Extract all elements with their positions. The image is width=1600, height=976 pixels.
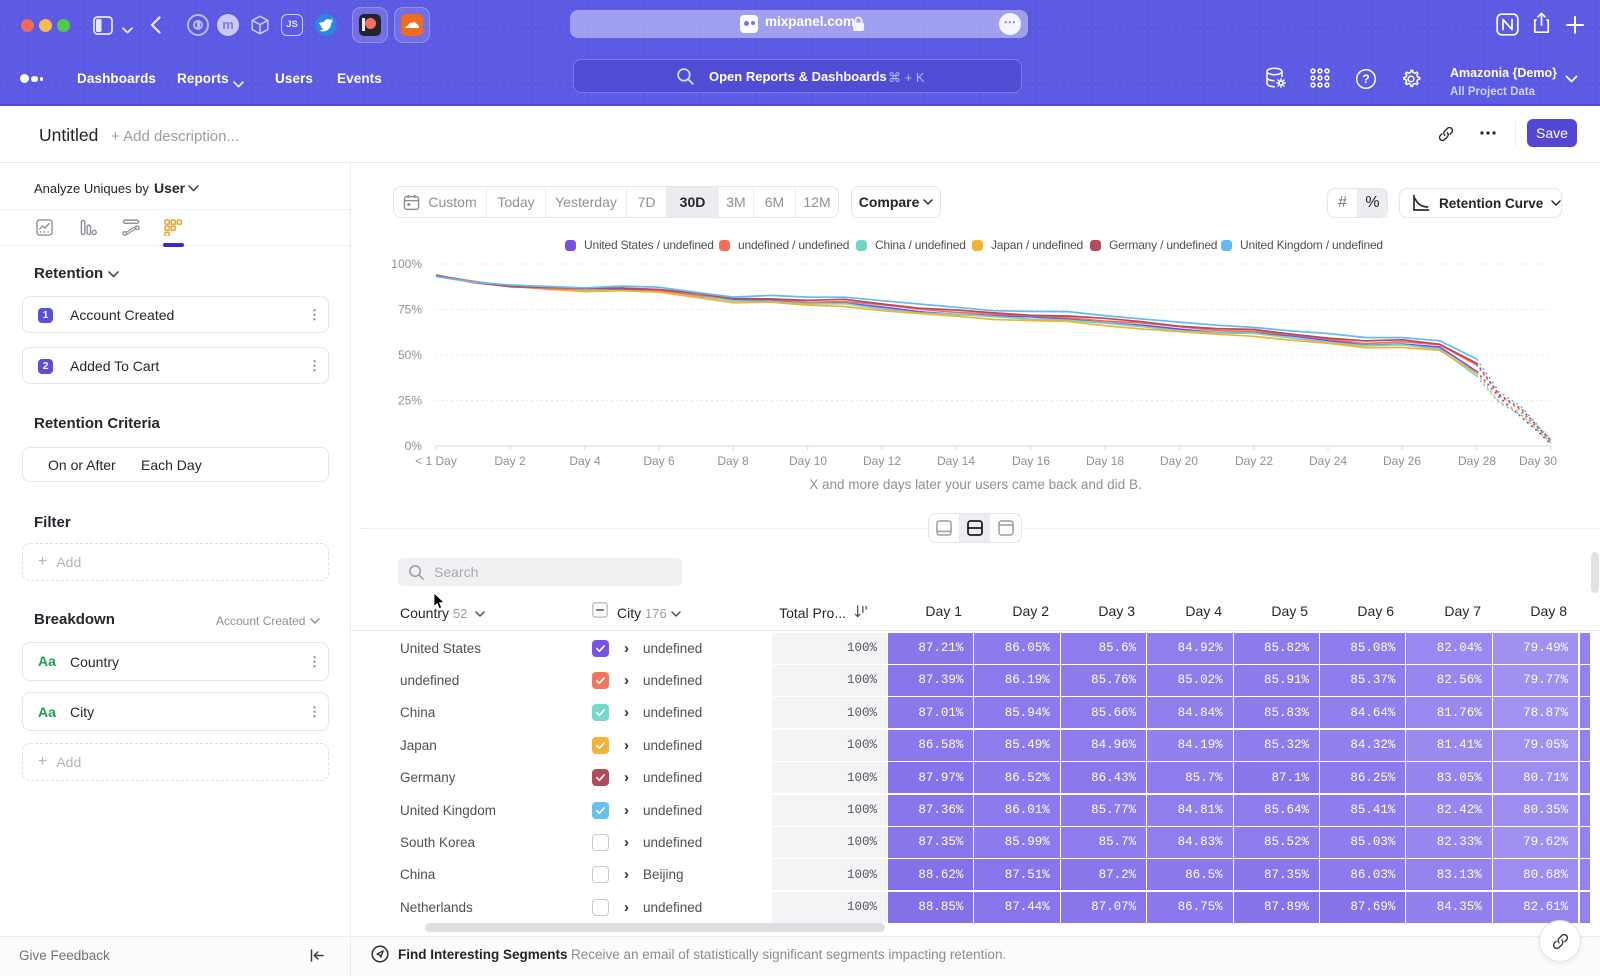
- svg-text:Day 16: Day 16: [1012, 454, 1050, 468]
- svg-text:?: ?: [1362, 72, 1369, 86]
- svg-text:< 1 Day: < 1 Day: [415, 454, 457, 468]
- svg-text:Day 24: Day 24: [1309, 454, 1347, 468]
- svg-text:Day 22: Day 22: [1235, 454, 1273, 468]
- svg-text:Day 14: Day 14: [937, 454, 975, 468]
- svg-text:50%: 50%: [398, 348, 422, 362]
- svg-text:Day 28: Day 28: [1458, 454, 1496, 468]
- svg-text:Day 6: Day 6: [643, 454, 675, 468]
- svg-text:Day 18: Day 18: [1086, 454, 1124, 468]
- svg-text:Day 4: Day 4: [569, 454, 601, 468]
- svg-text:25%: 25%: [398, 394, 422, 408]
- svg-text:Day 30: Day 30: [1519, 454, 1557, 468]
- svg-text:0%: 0%: [405, 439, 423, 453]
- svg-text:Day 26: Day 26: [1383, 454, 1421, 468]
- svg-text:Day 20: Day 20: [1160, 454, 1198, 468]
- svg-text:Day 12: Day 12: [863, 454, 901, 468]
- svg-text:Day 2: Day 2: [494, 454, 526, 468]
- svg-text:Day 10: Day 10: [789, 454, 827, 468]
- svg-text:100%: 100%: [391, 257, 422, 271]
- svg-text:75%: 75%: [398, 303, 422, 317]
- svg-text:Day 8: Day 8: [717, 454, 749, 468]
